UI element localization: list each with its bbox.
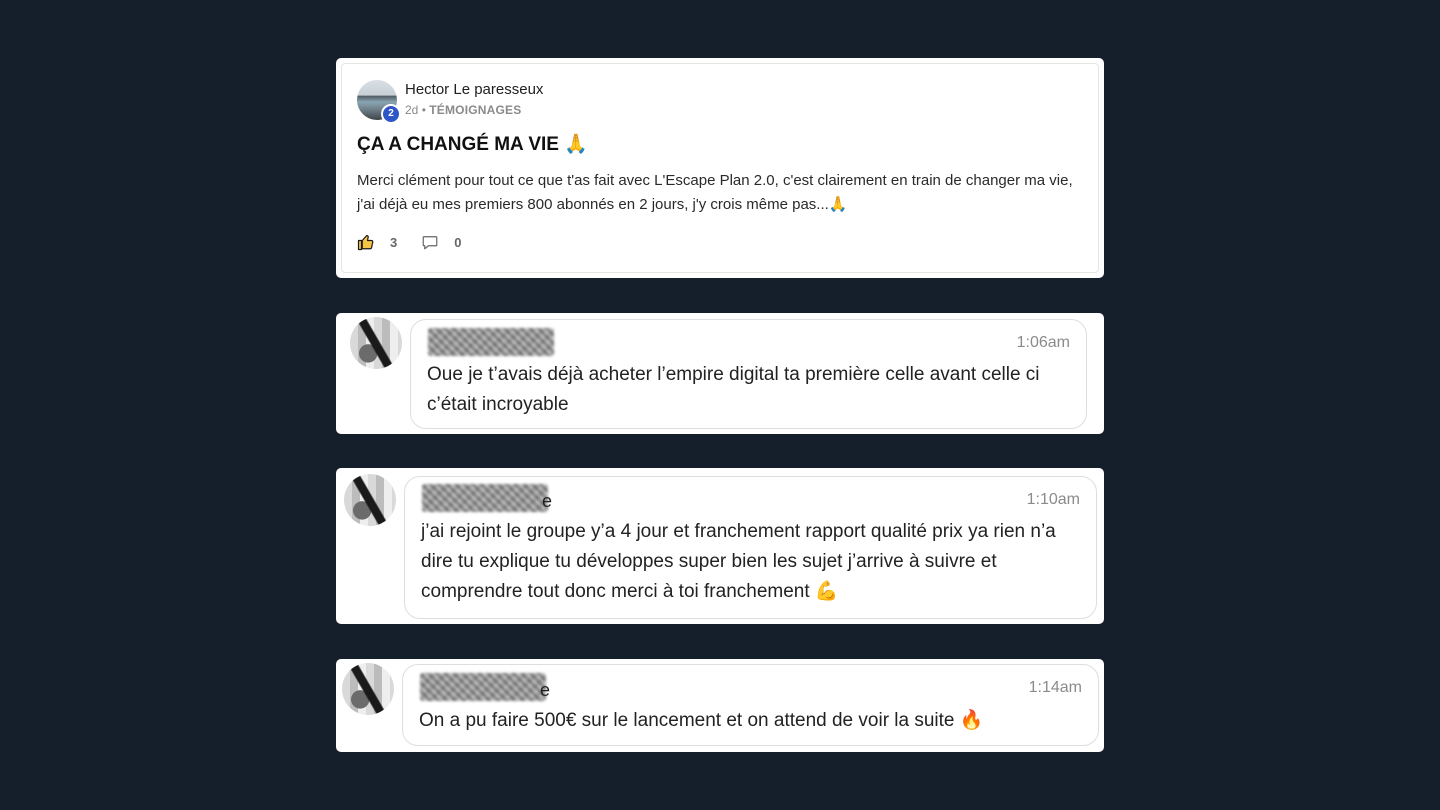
message-card: 1:06am Oue je t’avais déjà acheter l’emp… xyxy=(336,313,1104,434)
post-title[interactable]: ÇA A CHANGÉ MA VIE 🙏 xyxy=(357,132,1083,156)
message-bubble: e 1:14am On a pu faire 500€ sur le lance… xyxy=(402,664,1099,746)
sender-name-suffix: e xyxy=(542,491,553,511)
author-name[interactable]: Hector Le paresseux xyxy=(405,81,543,98)
redacted-sender-name xyxy=(422,484,548,512)
post-actions: 3 0 xyxy=(357,233,1083,251)
sender-avatar[interactable] xyxy=(350,317,402,369)
message-text: j’ai rejoint le groupe y’a 4 jour et fra… xyxy=(421,521,1056,602)
post-age: 2d xyxy=(405,103,419,117)
message-card: e 1:10am j’ai rejoint le groupe y’a 4 jo… xyxy=(336,468,1104,624)
redacted-sender-name xyxy=(420,673,546,701)
post-category[interactable]: TÉMOIGNAGES xyxy=(429,103,521,117)
level-badge: 2 xyxy=(381,104,401,124)
message-time: 1:14am xyxy=(1028,679,1082,696)
comment-icon xyxy=(422,236,438,250)
author-info: Hector Le paresseux 2d • TÉMOIGNAGES xyxy=(405,80,543,117)
sender-name-suffix: e xyxy=(540,680,551,700)
message-text: Oue je t’avais déjà acheter l’empire dig… xyxy=(427,364,1040,415)
sender-avatar[interactable] xyxy=(344,474,396,526)
message-card: e 1:14am On a pu faire 500€ sur le lance… xyxy=(336,659,1104,752)
thumbs-up-icon xyxy=(357,234,374,251)
message-bubble: 1:06am Oue je t’avais déjà acheter l’emp… xyxy=(410,319,1087,429)
post-meta: 2d • TÉMOIGNAGES xyxy=(405,103,543,117)
message-text: On a pu faire 500€ sur le lancement et o… xyxy=(419,710,984,731)
sender-avatar[interactable] xyxy=(342,663,394,715)
post-inner: 2 Hector Le paresseux 2d • TÉMOIGNAGES Ç… xyxy=(341,63,1099,273)
redacted-sender-name xyxy=(428,328,554,356)
like-button[interactable]: 3 xyxy=(357,233,397,251)
post-card: 2 Hector Le paresseux 2d • TÉMOIGNAGES Ç… xyxy=(336,58,1104,278)
meta-separator: • xyxy=(421,103,426,117)
comment-button[interactable]: 0 xyxy=(421,233,461,251)
comment-count: 0 xyxy=(454,234,462,250)
author-avatar[interactable]: 2 xyxy=(357,80,401,124)
post-body: Merci clément pour tout ce que t'as fait… xyxy=(357,172,1073,213)
message-time: 1:10am xyxy=(1026,491,1080,508)
post-header: 2 Hector Le paresseux 2d • TÉMOIGNAGES xyxy=(357,80,1083,124)
message-bubble: e 1:10am j’ai rejoint le groupe y’a 4 jo… xyxy=(404,476,1097,619)
like-count: 3 xyxy=(390,234,398,250)
message-time: 1:06am xyxy=(1016,334,1070,351)
